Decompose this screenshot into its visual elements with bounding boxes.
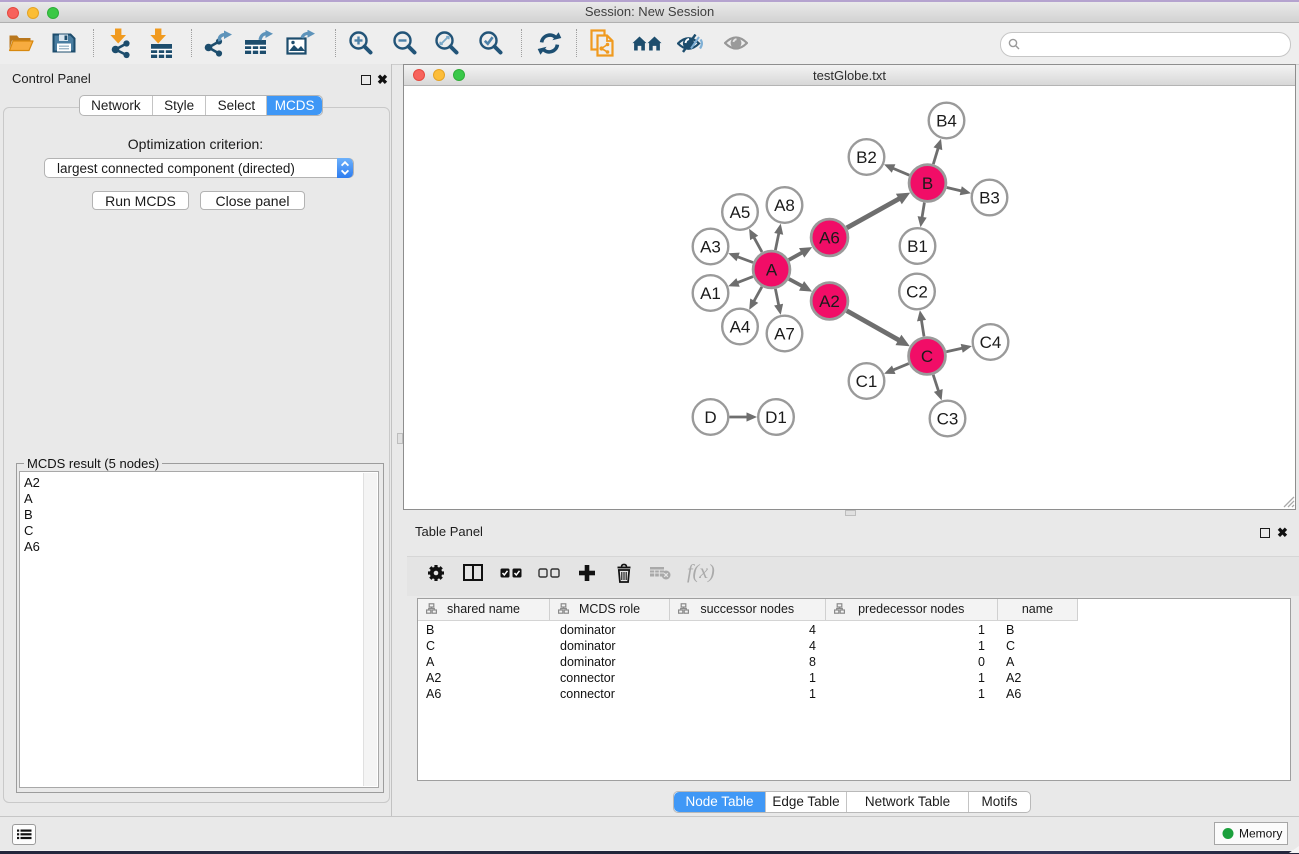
svg-text:A: A — [766, 261, 778, 280]
svg-text:C2: C2 — [906, 283, 928, 302]
svg-text:B: B — [922, 174, 933, 193]
svg-text:A6: A6 — [819, 229, 840, 248]
svg-text:D1: D1 — [765, 408, 787, 427]
svg-text:C4: C4 — [980, 333, 1002, 352]
svg-text:B3: B3 — [979, 189, 1000, 208]
svg-text:B4: B4 — [936, 112, 957, 131]
svg-text:.: . — [407, 467, 410, 478]
svg-text:C3: C3 — [937, 410, 959, 429]
svg-text:B1: B1 — [907, 237, 928, 256]
svg-text:A7: A7 — [774, 325, 795, 344]
svg-text:B2: B2 — [856, 148, 877, 167]
svg-text:A1: A1 — [700, 284, 721, 303]
svg-text:D: D — [704, 408, 716, 427]
svg-text:A4: A4 — [730, 318, 751, 337]
svg-text:C: C — [921, 347, 933, 366]
svg-text:C1: C1 — [856, 372, 878, 391]
svg-text:A5: A5 — [730, 203, 751, 222]
svg-text:A8: A8 — [774, 196, 795, 215]
svg-text:Memory: Memory — [1239, 827, 1282, 841]
svg-text:A3: A3 — [700, 238, 721, 257]
svg-text:A2: A2 — [819, 292, 840, 311]
